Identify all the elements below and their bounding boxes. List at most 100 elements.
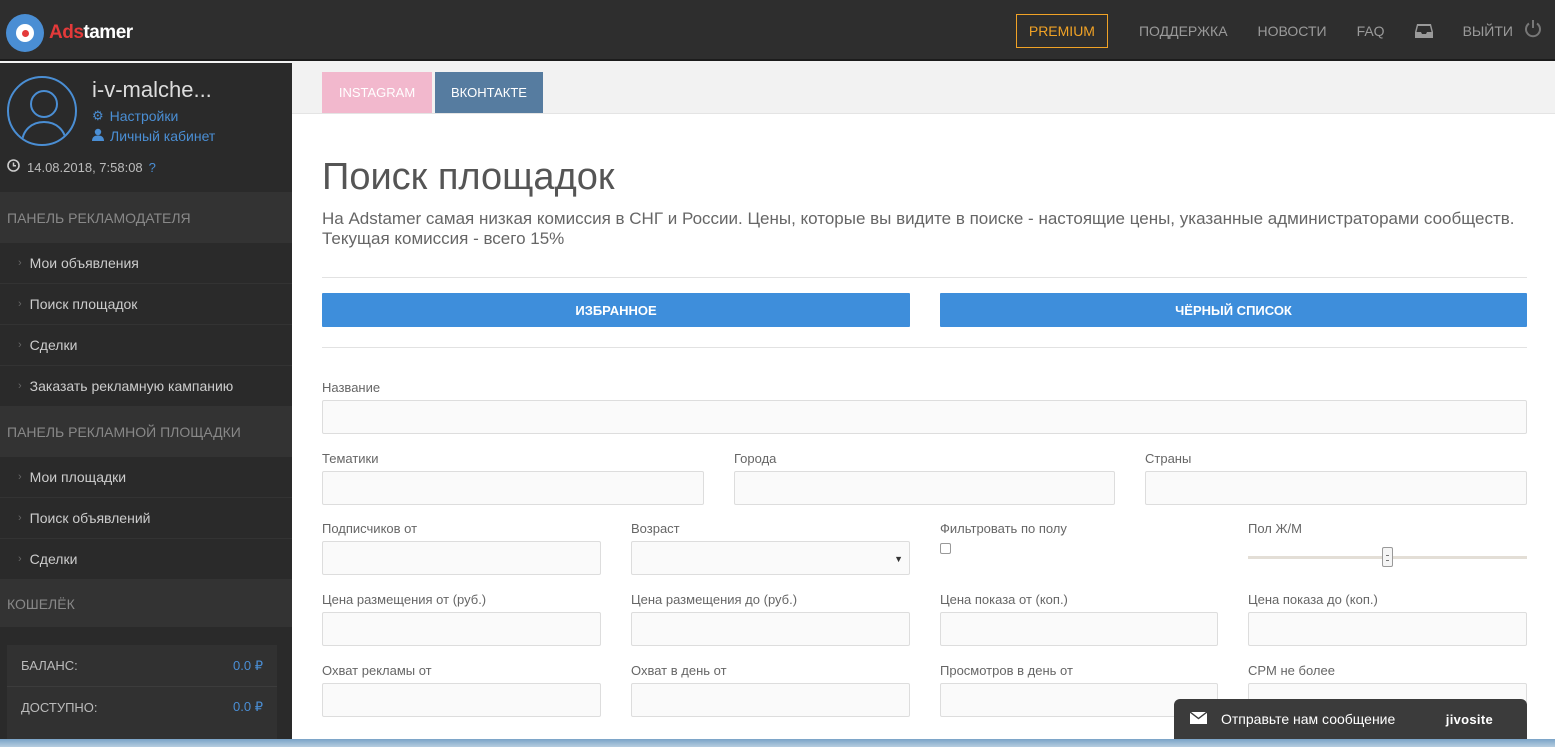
menu-my-platforms[interactable]: › Мои площадки bbox=[0, 457, 292, 498]
cabinet-label: Личный кабинет bbox=[110, 128, 216, 144]
balance-label: БАЛАНС: bbox=[21, 658, 78, 673]
ad-reach-from-input[interactable] bbox=[322, 683, 601, 717]
cpm-max-label: CPM не более bbox=[1248, 663, 1335, 678]
impression-price-from-input[interactable] bbox=[940, 612, 1218, 646]
wallet-box: БАЛАНС: 0.0 ₽ ДОСТУПНО: 0.0 ₽ bbox=[7, 645, 277, 747]
chevron-right-icon: › bbox=[18, 380, 22, 392]
advertiser-panel-title: ПАНЕЛЬ РЕКЛАМОДАТЕЛЯ bbox=[0, 192, 292, 243]
user-silhouette-icon bbox=[21, 90, 67, 144]
inbox-icon[interactable] bbox=[1414, 23, 1433, 39]
menu-label: Сделки bbox=[29, 551, 78, 567]
daily-reach-from-label: Охват в день от bbox=[631, 663, 727, 678]
wallet-available-row: ДОСТУПНО: 0.0 ₽ bbox=[7, 686, 277, 727]
subscribers-from-input[interactable] bbox=[322, 541, 601, 575]
blacklist-button[interactable]: ЧЁРНЫЙ СПИСОК bbox=[940, 293, 1527, 327]
menu-search-platforms[interactable]: › Поиск площадок bbox=[0, 284, 292, 325]
topics-input[interactable] bbox=[322, 471, 704, 505]
countries-input[interactable] bbox=[1145, 471, 1527, 505]
page-description: На Adstamer самая низкая комиссия в СНГ … bbox=[322, 209, 1515, 248]
sidebar: i-v-malche... ⚙ Настройки Личный кабинет… bbox=[0, 63, 292, 747]
topics-label: Тематики bbox=[322, 451, 379, 466]
tab-vkontakte[interactable]: ВКОНТАКТЕ bbox=[435, 72, 543, 113]
logout-label: ВЫЙТИ bbox=[1462, 22, 1513, 39]
nav-news-link[interactable]: НОВОСТИ bbox=[1258, 23, 1327, 39]
countries-label: Страны bbox=[1145, 451, 1192, 466]
clock-icon bbox=[7, 159, 20, 175]
subscribers-from-label: Подписчиков от bbox=[322, 521, 418, 536]
cabinet-link[interactable]: Личный кабинет bbox=[92, 128, 215, 144]
balance-value[interactable]: 0.0 ₽ bbox=[233, 658, 263, 674]
cities-input[interactable] bbox=[734, 471, 1115, 505]
menu-label: Мои площадки bbox=[29, 469, 127, 485]
age-label: Возраст bbox=[631, 521, 680, 536]
daily-reach-from-input[interactable] bbox=[631, 683, 910, 717]
gender-slider-handle[interactable] bbox=[1382, 547, 1393, 567]
tab-instagram[interactable]: INSTAGRAM bbox=[322, 72, 432, 113]
power-icon bbox=[1523, 19, 1543, 42]
available-label: ДОСТУПНО: bbox=[21, 699, 98, 715]
chevron-right-icon: › bbox=[18, 471, 22, 483]
menu-label: Заказать рекламную кампанию bbox=[29, 378, 234, 394]
impression-price-to-label: Цена показа до (коп.) bbox=[1248, 592, 1378, 607]
publisher-panel-title: ПАНЕЛЬ РЕКЛАМНОЙ ПЛОЩАДКИ bbox=[0, 407, 292, 457]
username: i-v-malche... bbox=[92, 77, 212, 102]
page-title: Поиск площадок bbox=[322, 156, 615, 198]
placement-price-from-input[interactable] bbox=[322, 612, 601, 646]
datetime-text: 14.08.2018, 7:58:08 bbox=[27, 159, 143, 175]
avatar[interactable] bbox=[7, 76, 77, 146]
cities-label: Города bbox=[734, 451, 777, 466]
caret-down-icon: ▼ bbox=[894, 554, 903, 564]
name-input[interactable] bbox=[322, 400, 1527, 434]
divider bbox=[322, 277, 1527, 278]
menu-search-ads[interactable]: › Поиск объявлений bbox=[0, 498, 292, 539]
settings-label: Настройки bbox=[109, 108, 179, 124]
help-link[interactable]: ? bbox=[149, 160, 156, 175]
age-select[interactable]: ▼ bbox=[631, 541, 910, 575]
filter-gender-checkbox[interactable] bbox=[940, 543, 951, 554]
user-icon bbox=[92, 128, 104, 144]
chevron-right-icon: › bbox=[18, 298, 22, 310]
gender-label: Пол Ж/М bbox=[1248, 521, 1302, 536]
gear-icon: ⚙ bbox=[92, 108, 104, 123]
wallet-title: КОШЕЛЁК bbox=[0, 580, 292, 627]
top-nav: PREMIUM ПОДДЕРЖКА НОВОСТИ FAQ ВЫЙТИ bbox=[1015, 0, 1555, 61]
logout-link[interactable]: ВЫЙТИ bbox=[1463, 19, 1543, 42]
menu-label: Сделки bbox=[29, 337, 78, 353]
nav-faq-link[interactable]: FAQ bbox=[1357, 23, 1385, 39]
chevron-right-icon: › bbox=[18, 257, 22, 269]
settings-link[interactable]: ⚙ Настройки bbox=[92, 108, 178, 124]
premium-button[interactable]: PREMIUM bbox=[1015, 13, 1108, 48]
network-tabs: INSTAGRAM ВКОНТАКТЕ bbox=[292, 63, 1555, 114]
menu-deals[interactable]: › Сделки bbox=[0, 325, 292, 366]
chat-widget[interactable]: Отправьте нам сообщение jivosite bbox=[1174, 699, 1527, 739]
name-label: Название bbox=[322, 380, 381, 395]
menu-order-campaign[interactable]: › Заказать рекламную кампанию bbox=[0, 366, 292, 407]
os-taskbar bbox=[0, 739, 1555, 747]
impression-price-from-label: Цена показа от (коп.) bbox=[940, 592, 1068, 607]
placement-price-from-label: Цена размещения от (руб.) bbox=[322, 592, 487, 607]
chevron-right-icon: › bbox=[18, 553, 22, 565]
logo-icon bbox=[6, 14, 44, 52]
favorites-button[interactable]: ИЗБРАННОЕ bbox=[322, 293, 910, 327]
wallet-balance-row: БАЛАНС: 0.0 ₽ bbox=[7, 645, 277, 686]
jivosite-logo: jivosite bbox=[1445, 711, 1493, 727]
session-datetime: 14.08.2018, 7:58:08 ? bbox=[7, 159, 156, 175]
daily-views-from-label: Просмотров в день от bbox=[940, 663, 1073, 678]
chat-label: Отправьте нам сообщение bbox=[1221, 711, 1396, 727]
menu-label: Поиск объявлений bbox=[29, 510, 151, 526]
menu-publisher-deals[interactable]: › Сделки bbox=[0, 539, 292, 580]
chevron-right-icon: › bbox=[18, 339, 22, 351]
impression-price-to-input[interactable] bbox=[1248, 612, 1527, 646]
menu-label: Мои объявления bbox=[29, 255, 139, 271]
divider bbox=[322, 347, 1527, 348]
menu-my-ads[interactable]: › Мои объявления bbox=[0, 243, 292, 284]
logo[interactable]: Adstamer bbox=[6, 14, 133, 52]
nav-support-link[interactable]: ПОДДЕРЖКА bbox=[1139, 23, 1228, 39]
top-bar: Adstamer PREMIUM ПОДДЕРЖКА НОВОСТИ FAQ В… bbox=[0, 0, 1555, 61]
envelope-icon bbox=[1189, 711, 1208, 727]
ad-reach-from-label: Охват рекламы от bbox=[322, 663, 432, 678]
available-value[interactable]: 0.0 ₽ bbox=[233, 699, 263, 715]
filter-gender-label: Фильтровать по полу bbox=[940, 521, 1067, 536]
chevron-right-icon: › bbox=[18, 512, 22, 524]
placement-price-to-input[interactable] bbox=[631, 612, 910, 646]
